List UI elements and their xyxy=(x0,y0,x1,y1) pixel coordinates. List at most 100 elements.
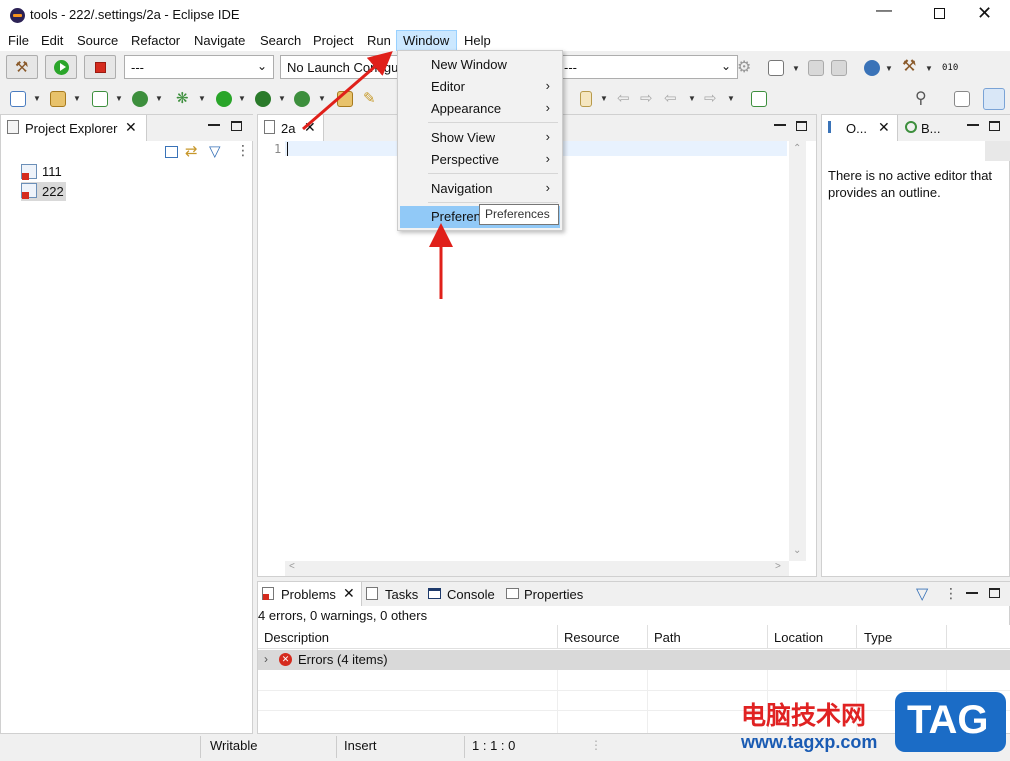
back-history-icon[interactable]: ⇦ xyxy=(617,89,630,107)
back-arrow-icon[interactable]: ⇦ xyxy=(664,89,677,107)
external-tools-icon[interactable] xyxy=(294,91,310,107)
close-icon[interactable]: ✕ xyxy=(304,119,316,136)
link-editor-icon[interactable]: ⇄ xyxy=(185,142,198,160)
tab-tasks[interactable]: Tasks xyxy=(364,582,424,606)
menu-source[interactable]: Source xyxy=(77,33,118,48)
binary-icon[interactable]: 010 xyxy=(942,63,958,73)
forward-arrow-icon[interactable]: ⇨ xyxy=(704,89,717,107)
menu-navigate[interactable]: Navigate xyxy=(194,33,245,48)
tab-problems[interactable]: Problems ✕ xyxy=(258,582,362,606)
globe-icon[interactable] xyxy=(864,60,880,76)
launch-mode-combo[interactable]: --- ⌄ xyxy=(124,55,274,79)
close-icon[interactable]: ✕ xyxy=(878,119,890,136)
pencil-icon[interactable]: ✎ xyxy=(363,89,376,107)
pin-editor-icon[interactable] xyxy=(751,91,767,107)
minimize-view-icon[interactable] xyxy=(208,124,220,126)
java-perspective-icon[interactable] xyxy=(983,88,1005,110)
minimize-view-icon[interactable] xyxy=(966,592,978,594)
menu-item-show-view[interactable]: Show View › xyxy=(398,127,562,149)
bookmarks-tab-title: B... xyxy=(921,121,941,136)
run-icon[interactable] xyxy=(216,91,232,107)
debug-icon[interactable]: ❋ xyxy=(176,89,189,107)
console-icon xyxy=(428,588,441,599)
menu-project[interactable]: Project xyxy=(313,33,353,48)
project-explorer-tab[interactable]: Project Explorer ✕ xyxy=(1,115,147,141)
horizontal-scrollbar[interactable]: < > xyxy=(285,561,789,576)
view-menu-icon[interactable]: ⋮ xyxy=(236,142,250,159)
project-error-icon xyxy=(21,164,37,180)
coverage-icon[interactable] xyxy=(255,91,271,107)
project-explorer-icon xyxy=(7,120,19,134)
menu-refactor[interactable]: Refactor xyxy=(131,33,180,48)
menu-item-editor[interactable]: Editor › xyxy=(398,76,562,98)
build-button[interactable]: ⚒ xyxy=(6,55,38,79)
text-cursor xyxy=(287,142,288,156)
menu-file[interactable]: File xyxy=(8,33,29,48)
column-resource[interactable]: Resource xyxy=(564,630,620,645)
maximize-view-icon[interactable] xyxy=(796,121,807,131)
new-class-icon[interactable] xyxy=(92,91,108,107)
sort-indicator-icon: ⌃ xyxy=(403,625,412,632)
gear-icon[interactable]: ⚙ xyxy=(737,57,751,77)
problems-summary: 4 errors, 0 warnings, 0 others xyxy=(258,608,428,623)
menu-run[interactable]: Run xyxy=(367,33,391,48)
editor-tab[interactable]: 2a ✕ xyxy=(258,115,324,141)
search-icon[interactable]: ⚲ xyxy=(915,88,927,108)
column-location[interactable]: Location xyxy=(774,630,823,645)
close-icon[interactable]: ✕ xyxy=(343,585,355,602)
menu-search[interactable]: Search xyxy=(260,33,301,48)
new-project-icon[interactable] xyxy=(10,91,26,107)
maximize-view-icon[interactable] xyxy=(231,121,242,131)
filter-icon[interactable]: ▽ xyxy=(916,584,928,604)
bookmarks-tab[interactable]: B... xyxy=(899,115,959,141)
open-perspective-icon[interactable] xyxy=(954,91,970,107)
new-file-icon[interactable] xyxy=(768,60,784,76)
menu-item-perspective[interactable]: Perspective › xyxy=(398,149,562,171)
chevron-right-icon: › xyxy=(264,652,268,666)
menu-window[interactable]: Window xyxy=(396,30,457,51)
minimize-button[interactable]: — xyxy=(876,2,892,20)
error-icon: ✕ xyxy=(279,653,292,666)
launch-button[interactable] xyxy=(45,55,77,79)
menu-item-appearance[interactable]: Appearance › xyxy=(398,98,562,120)
close-window-button[interactable]: ✕ xyxy=(977,3,992,24)
status-writable: Writable xyxy=(210,738,258,753)
maximize-button[interactable] xyxy=(934,8,945,19)
chevron-down-icon: ⌄ xyxy=(720,59,731,73)
tree-item[interactable]: 111 xyxy=(21,163,71,181)
open-folder-icon[interactable] xyxy=(337,91,353,107)
column-path[interactable]: Path xyxy=(654,630,681,645)
outline-tab[interactable]: O... ✕ xyxy=(822,115,898,141)
menu-item-new-window[interactable]: New Window xyxy=(398,54,562,76)
build-hammer-icon[interactable]: ⚒ xyxy=(902,56,916,76)
tab-properties[interactable]: Properties xyxy=(504,582,590,606)
forward-history-icon[interactable]: ⇨ xyxy=(640,89,653,107)
column-description[interactable]: Description xyxy=(264,630,329,645)
menu-edit[interactable]: Edit xyxy=(41,33,63,48)
filter-icon[interactable]: ▽ xyxy=(209,142,221,160)
launch-target-combo[interactable]: --- ⌄ xyxy=(562,55,738,79)
minimize-view-icon[interactable] xyxy=(774,124,786,126)
vertical-scrollbar[interactable]: ⌃ ⌄ xyxy=(789,141,806,561)
collapse-all-icon[interactable] xyxy=(165,146,178,158)
save-all-icon[interactable] xyxy=(831,60,847,76)
new-package-icon[interactable] xyxy=(50,91,66,107)
tree-item[interactable]: 222 xyxy=(21,182,66,201)
column-type[interactable]: Type xyxy=(864,630,892,645)
project-explorer-panel: Project Explorer ✕ ⇄ ▽ ⋮ 111 222 xyxy=(0,114,253,734)
menu-item-navigation[interactable]: Navigation › xyxy=(398,178,562,200)
stop-button[interactable] xyxy=(84,55,116,79)
tab-console[interactable]: Console xyxy=(426,582,502,606)
new-other-icon[interactable] xyxy=(132,91,148,107)
table-row[interactable]: › ✕ Errors (4 items) xyxy=(258,650,1010,670)
maximize-view-icon[interactable] xyxy=(989,588,1000,598)
maximize-view-icon[interactable] xyxy=(989,121,1000,131)
view-menu-icon[interactable]: ⋮ xyxy=(944,585,958,602)
close-icon[interactable]: ✕ xyxy=(125,119,137,136)
table-header: Description ⌃ Resource Path Location Typ… xyxy=(258,625,1010,649)
menu-help[interactable]: Help xyxy=(464,33,491,48)
annotation-icon[interactable] xyxy=(580,91,592,107)
launch-configuration-combo[interactable]: No Launch Configu xyxy=(280,55,400,79)
save-icon[interactable] xyxy=(808,60,824,76)
minimize-view-icon[interactable] xyxy=(967,124,979,126)
